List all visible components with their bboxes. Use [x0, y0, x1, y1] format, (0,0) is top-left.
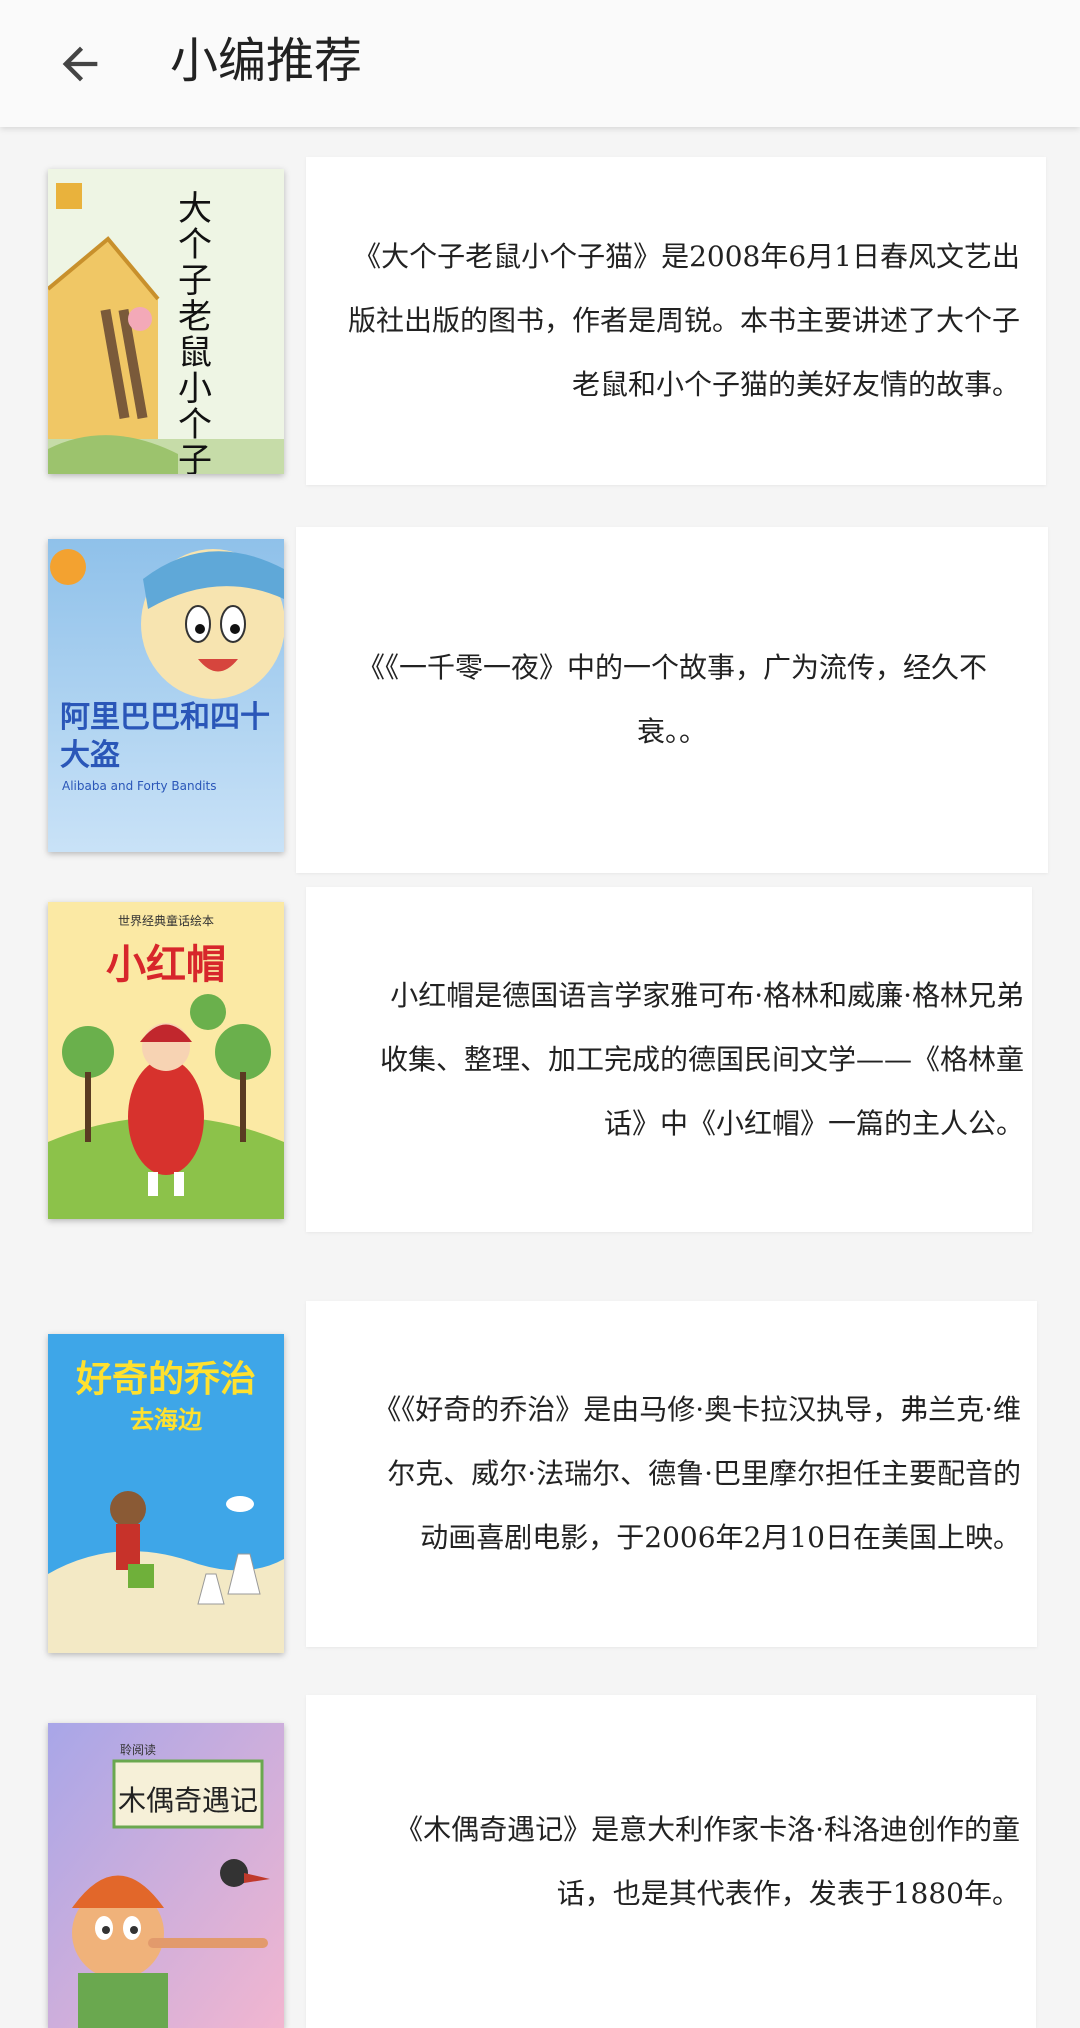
cover-title: 木偶奇遇记: [117, 1784, 258, 1817]
book-cover: 世界经典童话绘本 小红帽: [48, 902, 284, 1219]
list-item[interactable]: 世界经典童话绘本 小红帽 小红帽是德国语言学家雅可布·格林和威廉·格林兄弟收集、…: [0, 887, 1080, 1280]
cover-title: 好奇的乔治: [75, 1359, 256, 1400]
list-item[interactable]: 阿里巴巴和四十大盗 Alibaba and Forty Bandits 《《一千…: [0, 507, 1080, 887]
book-description: 《《好奇的乔治》是由马修·奥卡拉汉执导，弗兰克·维尔克、威尔·法瑞尔、德鲁·巴里…: [373, 1393, 1021, 1554]
cover-series: 聆阅读: [120, 1743, 157, 1757]
cover-title: 小红帽: [106, 942, 226, 988]
description-card: 《木偶奇遇记》是意大利作家卡洛·科洛迪创作的童话，也是其代表作，发表于1880年…: [306, 1695, 1036, 2028]
book-cover: 好奇的乔治 去海边: [48, 1334, 284, 1653]
description-card: 《《一千零一夜》中的一个故事，广为流传，经久不衰。。: [296, 527, 1048, 873]
cover-subtitle: 去海边: [130, 1406, 202, 1434]
book-cover: 大个子老鼠小个子猫: [48, 169, 284, 474]
description-card: 《《好奇的乔治》是由马修·奥卡拉汉执导，弗兰克·维尔克、威尔·法瑞尔、德鲁·巴里…: [306, 1301, 1037, 1647]
book-cover: 阿里巴巴和四十大盗 Alibaba and Forty Bandits: [48, 539, 284, 852]
page-title: 小编推荐: [170, 33, 363, 89]
description-card: 小红帽是德国语言学家雅可布·格林和威廉·格林兄弟收集、整理、加工完成的德国民间文…: [306, 887, 1032, 1232]
list-item[interactable]: 大个子老鼠小个子猫 《大个子老鼠小个子猫》是2008年6月1日春风文艺出版社出版…: [0, 127, 1080, 507]
cover-title: 阿里巴巴和四十大盗: [60, 700, 270, 773]
book-cover: 聆阅读 木偶奇遇记: [48, 1723, 284, 2028]
book-description: 《《一千零一夜》中的一个故事，广为流传，经久不衰。。: [356, 651, 987, 748]
description-card: 《大个子老鼠小个子猫》是2008年6月1日春风文艺出版社出版的图书，作者是周锐。…: [306, 157, 1046, 485]
cover-title: 大个子老鼠小个子猫: [178, 189, 212, 474]
book-description: 小红帽是德国语言学家雅可布·格林和威廉·格林兄弟收集、整理、加工完成的德国民间文…: [379, 978, 1024, 1140]
app-bar: 小编推荐: [0, 0, 1080, 127]
cover-subtitle: Alibaba and Forty Bandits: [62, 779, 217, 793]
book-description: 《木偶奇遇记》是意大利作家卡洛·科洛迪创作的童话，也是其代表作，发表于1880年…: [395, 1812, 1020, 1910]
book-description: 《大个子老鼠小个子猫》是2008年6月1日春风文艺出版社出版的图书，作者是周锐。…: [347, 240, 1020, 401]
back-button[interactable]: [40, 24, 120, 104]
list-item[interactable]: 好奇的乔治 去海边 《《好奇的乔治》是由马修·奥卡拉汉执导，弗兰克·维尔克、威尔…: [0, 1280, 1080, 1670]
list-item[interactable]: 聆阅读 木偶奇遇记 《木偶奇遇记》是意大利作家卡洛·科洛迪创作的童话，也是其代表…: [0, 1670, 1080, 2028]
arrow-left-icon: [62, 46, 98, 82]
cover-series: 世界经典童话绘本: [117, 914, 214, 928]
